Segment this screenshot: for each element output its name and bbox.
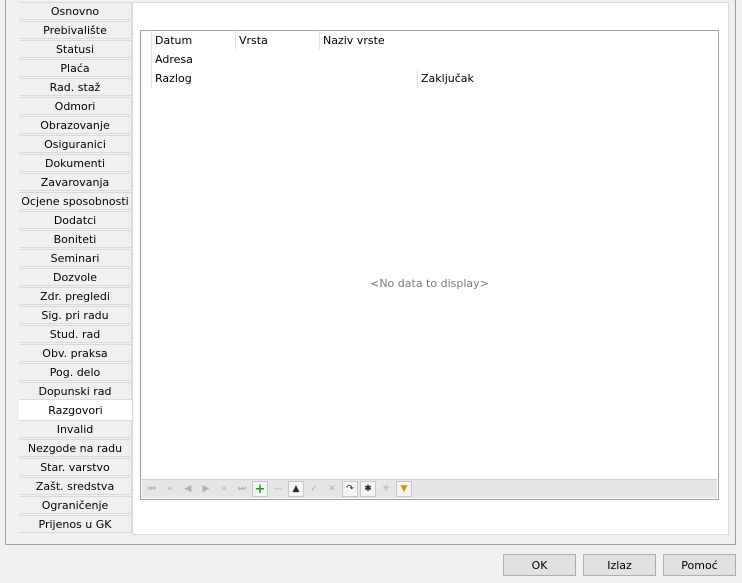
goto-bookmark-icon[interactable]: ✳ <box>378 481 394 497</box>
delete-icon[interactable]: — <box>270 481 286 497</box>
column-header-datum[interactable]: Datum <box>151 31 236 50</box>
grid-navigator: ⏮ « ◀ ▶ » ⏭ + — ▲ ✓ ✕ ↷ ✱ ✳ ▼ <box>142 479 717 498</box>
tab-zavarovanja[interactable]: Zavarovanja <box>19 173 132 191</box>
bookmark-icon[interactable]: ✱ <box>360 481 376 497</box>
prev-icon[interactable]: ◀ <box>180 481 196 497</box>
tab-dodatci[interactable]: Dodatci <box>19 211 132 229</box>
next-icon[interactable]: ▶ <box>198 481 214 497</box>
tab-odmori[interactable]: Odmori <box>19 97 132 115</box>
tab-osiguranici[interactable]: Osiguranici <box>19 135 132 153</box>
last-icon[interactable]: ⏭ <box>234 481 250 497</box>
tab-sig-pri-radu[interactable]: Sig. pri radu <box>19 306 132 324</box>
tab-list: Osnovno Prebivalište Statusi Plaća Rad. staž… <box>19 2 133 534</box>
ok-button[interactable]: OK <box>503 554 576 576</box>
tab-prebivalište[interactable]: Prebivalište <box>19 21 132 39</box>
tab-zdr-pregledi[interactable]: Zdr. pregledi <box>19 287 132 305</box>
tab-content: Datum Vrsta Naziv vrste Adresa Razlog Za… <box>132 2 729 535</box>
tab-stud-rad[interactable]: Stud. rad <box>19 325 132 343</box>
tab-star-varstvo[interactable]: Star. varstvo <box>19 458 132 476</box>
post-icon[interactable]: ✓ <box>306 481 322 497</box>
tab-osnovno[interactable]: Osnovno <box>19 2 132 20</box>
tab-ograničenje[interactable]: Ograničenje <box>19 496 132 514</box>
column-header-vrsta[interactable]: Vrsta <box>235 31 319 50</box>
tab-dopunski-rad[interactable]: Dopunski rad <box>19 382 132 400</box>
tab-boniteti[interactable]: Boniteti <box>19 230 132 248</box>
empty-grid-message: <No data to display> <box>370 277 489 290</box>
prev-page-icon[interactable]: « <box>162 481 178 497</box>
grid-header-row-2: Adresa <box>141 50 718 69</box>
tab-dozvole[interactable]: Dozvole <box>19 268 132 286</box>
edit-icon[interactable]: ▲ <box>288 481 304 497</box>
tab-prijenos-u-gk[interactable]: Prijenos u GK <box>19 515 132 533</box>
tab-statusi[interactable]: Statusi <box>19 40 132 58</box>
tab-plaća[interactable]: Plaća <box>19 59 132 77</box>
next-page-icon[interactable]: » <box>216 481 232 497</box>
data-grid[interactable]: Datum Vrsta Naziv vrste Adresa Razlog Za… <box>140 30 719 500</box>
tab-obv-praksa[interactable]: Obv. praksa <box>19 344 132 362</box>
grid-header-row-1: Datum Vrsta Naziv vrste <box>141 31 718 50</box>
add-icon[interactable]: + <box>252 481 268 497</box>
tab-zašt-sredstva[interactable]: Zašt. sredstva <box>19 477 132 495</box>
tab-dokumenti[interactable]: Dokumenti <box>19 154 132 172</box>
filter-icon[interactable]: ▼ <box>396 481 412 497</box>
help-button[interactable]: Pomoć <box>663 554 736 576</box>
cancel-icon[interactable]: ✕ <box>324 481 340 497</box>
exit-button[interactable]: Izlaz <box>583 554 656 576</box>
column-header-razlog[interactable]: Razlog <box>151 69 417 88</box>
first-icon[interactable]: ⏮ <box>144 481 160 497</box>
tab-rad-staž[interactable]: Rad. staž <box>19 78 132 96</box>
tab-invalid[interactable]: Invalid <box>19 420 132 438</box>
refresh-icon[interactable]: ↷ <box>342 481 358 497</box>
tab-razgovori[interactable]: Razgovori <box>19 400 133 420</box>
main-panel: Osnovno Prebivalište Statusi Plaća Rad. staž… <box>5 0 736 545</box>
tab-pog-delo[interactable]: Pog. delo <box>19 363 132 381</box>
column-header-naziv-vrste[interactable]: Naziv vrste <box>319 31 439 50</box>
column-header-adresa[interactable]: Adresa <box>151 50 351 69</box>
tab-obrazovanje[interactable]: Obrazovanje <box>19 116 132 134</box>
tab-nezgode-na-radu[interactable]: Nezgode na radu <box>19 439 132 457</box>
tab-ocjene-sposobnosti[interactable]: Ocjene sposobnosti <box>19 192 132 210</box>
column-header-zakljucak[interactable]: Zaključak <box>417 69 537 88</box>
tab-seminari[interactable]: Seminari <box>19 249 132 267</box>
grid-header-row-3: Razlog Zaključak <box>141 69 718 88</box>
